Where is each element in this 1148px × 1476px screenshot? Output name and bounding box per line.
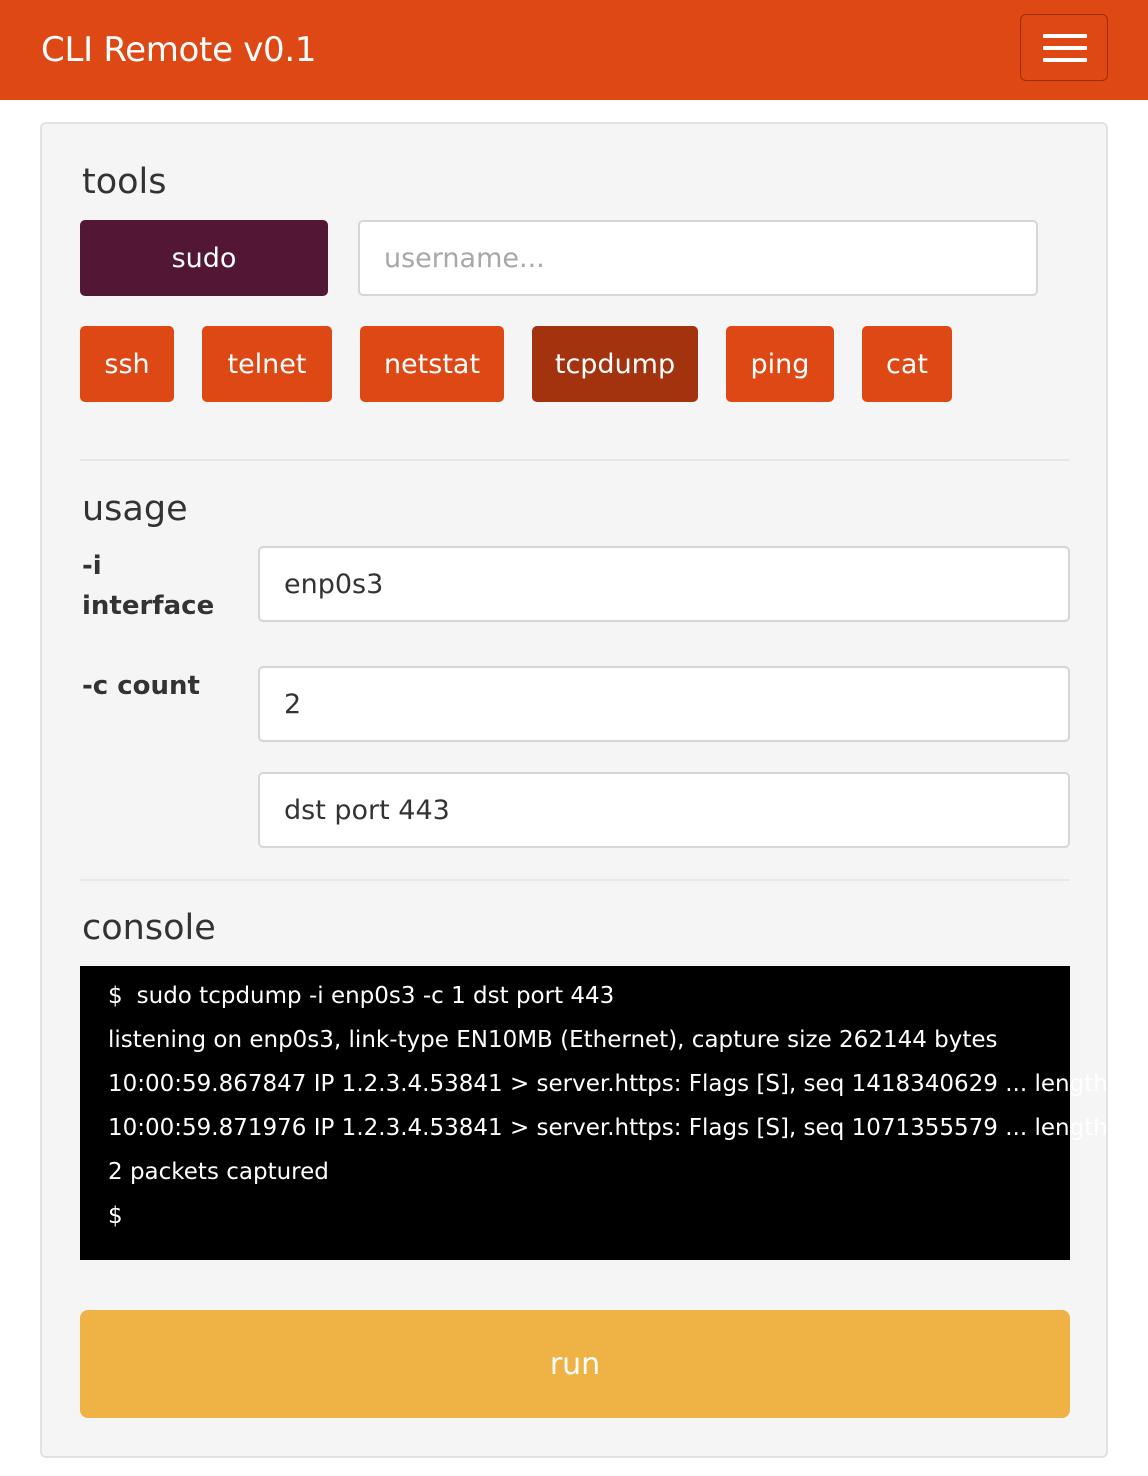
usage-heading: usage <box>82 489 188 529</box>
hamburger-menu-icon <box>1043 46 1087 50</box>
interface-label: -i interface <box>82 546 232 626</box>
tool-button-cat[interactable]: cat <box>862 326 952 402</box>
console-command-line: $ sudo tcpdump -i enp0s3 -c 1 dst port 44… <box>108 979 1042 1023</box>
console-line: 2 packets captured <box>108 1159 329 1185</box>
console-line: listening on enp0s3, link-type EN10MB (E… <box>108 1027 998 1053</box>
interface-input[interactable] <box>258 546 1070 622</box>
prompt-symbol: $ <box>108 983 123 1009</box>
console-final-prompt: $ <box>108 1203 123 1229</box>
divider <box>80 879 1070 881</box>
navbar: CLI Remote v0.1 <box>0 0 1148 100</box>
count-input[interactable] <box>258 666 1070 742</box>
console-line: 10:00:59.867847 IP 1.2.3.4.53841 > serve… <box>108 1071 1130 1097</box>
tool-button-ping[interactable]: ping <box>726 326 834 402</box>
run-button[interactable]: run <box>80 1310 1070 1418</box>
count-label: -c count <box>82 671 200 701</box>
console-line: 10:00:59.871976 IP 1.2.3.4.53841 > serve… <box>108 1115 1130 1141</box>
divider <box>80 459 1070 461</box>
interface-flag: -i <box>82 551 102 581</box>
tool-button-telnet[interactable]: telnet <box>202 326 332 402</box>
hamburger-menu-icon <box>1043 58 1087 62</box>
filter-input[interactable] <box>258 772 1070 848</box>
main-card: tools sudo ssh telnet netstat tcpdump pi… <box>40 122 1130 1458</box>
app-title[interactable]: CLI Remote v0.1 <box>41 28 317 72</box>
interface-label-text: interface <box>82 591 215 621</box>
tool-button-ssh[interactable]: ssh <box>80 326 174 402</box>
menu-toggle-button[interactable] <box>1020 14 1108 81</box>
username-input[interactable] <box>358 220 1038 296</box>
tool-button-tcpdump[interactable]: tcpdump <box>532 326 698 402</box>
sudo-button[interactable]: sudo <box>80 220 328 296</box>
console-command: sudo tcpdump -i enp0s3 -c 1 dst port 443 <box>136 983 615 1009</box>
tools-heading: tools <box>82 162 167 202</box>
console-output: $ sudo tcpdump -i enp0s3 -c 1 dst port 44… <box>80 966 1130 1260</box>
tool-button-netstat[interactable]: netstat <box>360 326 504 402</box>
hamburger-menu-icon <box>1043 34 1087 38</box>
console-heading: console <box>82 908 216 948</box>
